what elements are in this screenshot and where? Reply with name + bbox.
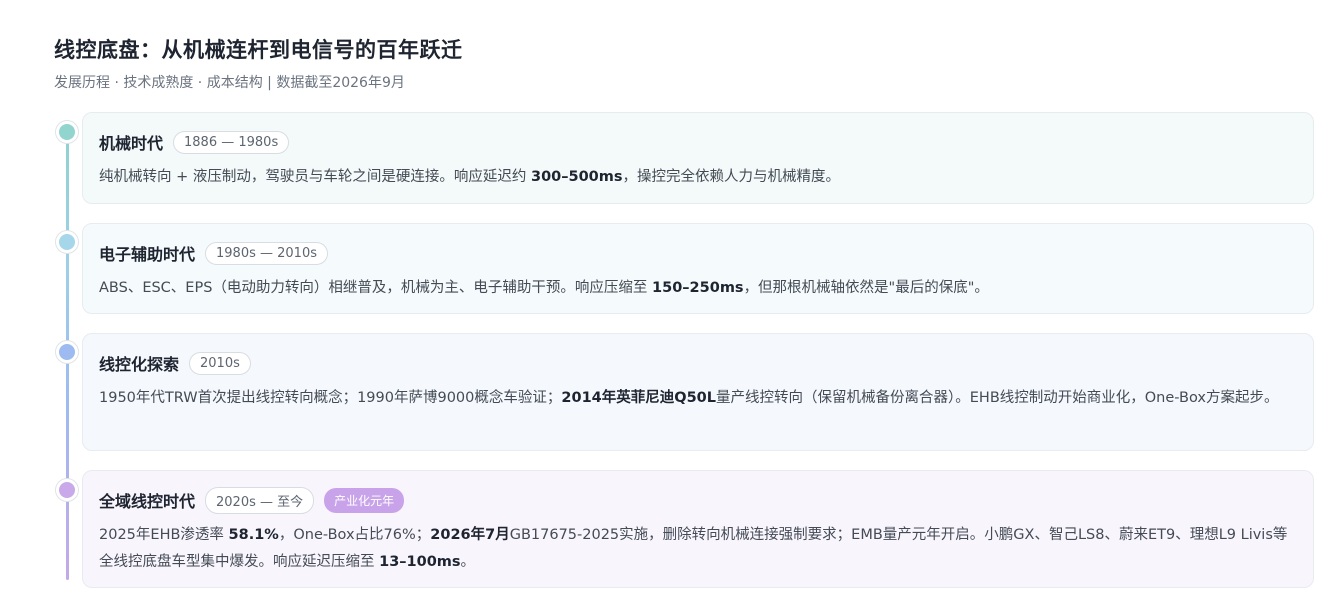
timeline-card-by-wire-exploration: 线控化探索 2010s 1950年代TRW首次提出线控转向概念；1990年萨博9…: [82, 333, 1314, 451]
desc-text: ，但那根机械轴依然是"最后的保底"。: [743, 280, 989, 296]
timeline-dot-full-by-wire: [56, 479, 78, 501]
desc-highlight: 150–250ms: [652, 280, 744, 296]
timeline-card-full-by-wire: 全域线控时代 2020s — 至今 产业化元年 2025年EHB渗透率 58.1…: [82, 470, 1314, 588]
card-header: 线控化探索 2010s: [99, 350, 1297, 376]
timeline-card-electronic-assist: 电子辅助时代 1980s — 2010s ABS、ESC、EPS（电动助力转向）…: [82, 223, 1314, 314]
desc-text: 。: [460, 554, 476, 570]
desc-highlight: 300–500ms: [530, 169, 623, 185]
era-years-badge: 2010s: [189, 351, 251, 375]
timeline-dot-mechanical: [56, 121, 78, 143]
era-title: 电子辅助时代: [99, 245, 196, 264]
card-header: 机械时代 1886 — 1980s: [99, 129, 1297, 155]
desc-text: ，操控完全依赖人力与机械精度。: [622, 169, 841, 185]
era-years-badge: 1886 — 1980s: [173, 130, 290, 154]
desc-text: ABS、ESC、EPS（电动助力转向）相继普及，机械为主、电子辅助干预。响应压缩…: [99, 280, 653, 296]
desc-highlight: 2014年英菲尼迪Q50L: [561, 390, 716, 406]
page: 线控底盘：从机械连杆到电信号的百年跃迁 发展历程 · 技术成熟度 · 成本结构 …: [0, 0, 1342, 595]
era-title: 机械时代: [99, 134, 164, 153]
era-description: 1950年代TRW首次提出线控转向概念；1990年萨博9000概念车验证；201…: [99, 385, 1297, 412]
desc-text: ，One-Box占比76%；: [278, 527, 431, 543]
desc-highlight: 58.1%: [228, 527, 279, 543]
era-years-badge: 1980s — 2010s: [205, 241, 328, 265]
timeline-dot-electronic-assist: [56, 231, 78, 253]
page-title: 线控底盘：从机械连杆到电信号的百年跃迁: [54, 38, 463, 62]
era-description: ABS、ESC、EPS（电动助力转向）相继普及，机械为主、电子辅助干预。响应压缩…: [99, 275, 1297, 302]
desc-text: 纯机械转向 + 液压制动，驾驶员与车轮之间是硬连接。响应延迟约: [99, 169, 531, 185]
industrialization-tag: 产业化元年: [324, 487, 405, 513]
desc-text: 2025年EHB渗透率: [99, 527, 229, 543]
card-header: 电子辅助时代 1980s — 2010s: [99, 240, 1297, 266]
timeline-card-mechanical: 机械时代 1886 — 1980s 纯机械转向 + 液压制动，驾驶员与车轮之间是…: [82, 112, 1314, 204]
era-years-badge: 2020s — 至今: [205, 486, 315, 514]
era-description: 2025年EHB渗透率 58.1%，One-Box占比76%；2026年7月GB…: [99, 522, 1297, 576]
timeline-dot-by-wire-exploration: [56, 341, 78, 363]
desc-highlight: 2026年7月: [430, 527, 510, 543]
page-subtitle: 发展历程 · 技术成熟度 · 成本结构 | 数据截至2026年9月: [54, 75, 405, 91]
desc-text: 1950年代TRW首次提出线控转向概念；1990年萨博9000概念车验证；: [99, 390, 562, 406]
era-title: 线控化探索: [99, 355, 180, 374]
era-title: 全域线控时代: [99, 492, 196, 511]
desc-text: 量产线控转向（保留机械备份离合器）。EHB线控制动开始商业化，One-Box方案…: [716, 390, 1279, 406]
card-header: 全域线控时代 2020s — 至今 产业化元年: [99, 486, 1297, 514]
desc-highlight: 13–100ms: [379, 554, 461, 570]
era-description: 纯机械转向 + 液压制动，驾驶员与车轮之间是硬连接。响应延迟约 300–500m…: [99, 164, 1297, 191]
